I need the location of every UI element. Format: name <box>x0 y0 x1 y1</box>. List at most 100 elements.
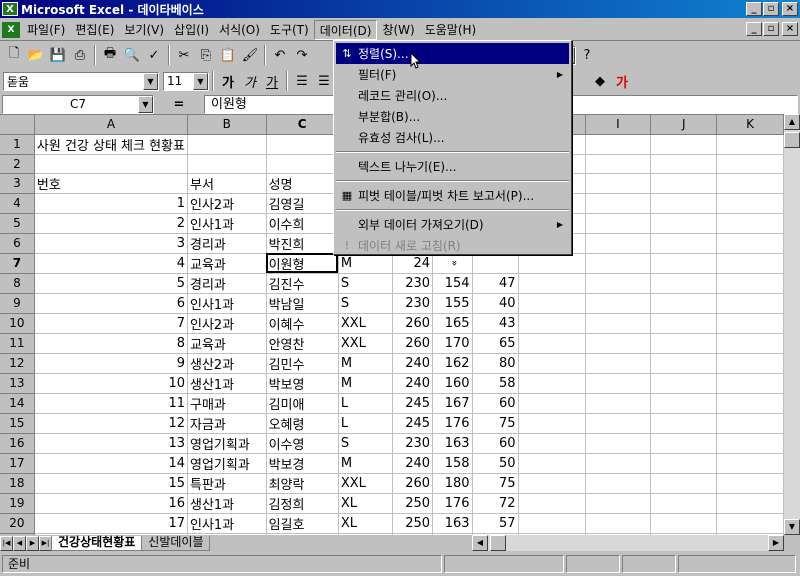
doc-restore-button[interactable]: ▫ <box>763 22 779 36</box>
cell[interactable] <box>585 273 652 294</box>
row-header[interactable]: 17 <box>0 453 35 474</box>
cell[interactable]: 사원 건강 상태 체크 현황표 <box>34 134 188 155</box>
cell[interactable]: 16 <box>34 493 188 514</box>
undo-icon[interactable]: ↶ <box>269 44 291 66</box>
cell[interactable] <box>650 473 718 494</box>
cell[interactable] <box>266 134 339 155</box>
paste-icon[interactable]: 📋 <box>217 44 239 66</box>
cell[interactable] <box>650 493 718 514</box>
cell[interactable]: L <box>338 393 394 414</box>
cell[interactable] <box>585 493 652 514</box>
cell[interactable] <box>650 413 718 434</box>
cell[interactable] <box>585 353 652 374</box>
cell[interactable]: 230 <box>392 293 434 314</box>
close-button[interactable]: × <box>782 2 798 16</box>
cell[interactable] <box>650 253 718 274</box>
cell[interactable]: 2 <box>34 213 188 234</box>
cell[interactable]: 60 <box>472 433 519 454</box>
cell[interactable]: 17 <box>34 513 188 534</box>
horizontal-scrollbar[interactable]: ◀ ▶ <box>472 535 784 551</box>
cell[interactable]: 72 <box>472 493 519 514</box>
cell[interactable] <box>650 154 718 174</box>
cell[interactable] <box>716 473 784 494</box>
cell[interactable]: 4 <box>34 253 188 274</box>
cell[interactable]: 1 <box>34 193 188 214</box>
column-header-c[interactable]: C <box>266 115 339 135</box>
cell[interactable]: 영업기획과 <box>187 453 267 474</box>
row-header[interactable]: 7 <box>0 253 35 274</box>
cell[interactable] <box>585 233 652 254</box>
cell[interactable]: 김영길 <box>266 193 339 214</box>
cell[interactable] <box>585 333 652 354</box>
cell[interactable]: 3 <box>34 233 188 254</box>
cell[interactable] <box>518 293 586 314</box>
cell[interactable]: 안영찬 <box>266 333 339 354</box>
redo-icon[interactable]: ↷ <box>291 44 313 66</box>
cell[interactable]: 6 <box>34 293 188 314</box>
column-header-k[interactable]: K <box>716 115 784 135</box>
cell[interactable] <box>716 154 784 174</box>
cell[interactable]: 80 <box>472 353 519 374</box>
cell[interactable]: 구매과 <box>187 393 267 414</box>
cell[interactable]: 경리과 <box>187 273 267 294</box>
cell[interactable]: 10 <box>34 373 188 394</box>
cell[interactable]: 인사1과 <box>187 213 267 234</box>
cell[interactable]: 163 <box>432 433 473 454</box>
cell[interactable]: 158 <box>432 453 473 474</box>
cell[interactable]: M <box>338 253 394 274</box>
cell[interactable] <box>650 273 718 294</box>
name-box[interactable]: C7 ▼ <box>2 94 154 114</box>
row-header[interactable]: 8 <box>0 273 35 294</box>
cell[interactable]: 245 <box>392 413 434 434</box>
cell[interactable]: 250 <box>392 493 434 514</box>
cell[interactable]: 오혜령 <box>266 413 339 434</box>
permission-icon[interactable]: ⎙ <box>69 44 91 66</box>
help-icon[interactable]: ? <box>576 44 598 66</box>
cell[interactable]: 9 <box>34 353 188 374</box>
cell[interactable]: M <box>338 353 394 374</box>
cell[interactable]: M <box>338 373 394 394</box>
cell[interactable]: 167 <box>432 393 473 414</box>
cell[interactable]: 교육과 <box>187 253 267 274</box>
save-icon[interactable]: 💾 <box>47 44 69 66</box>
row-header[interactable]: 2 <box>0 154 35 174</box>
cell[interactable]: 임길호 <box>266 513 339 534</box>
menu-data[interactable]: 데이터(D) <box>313 19 378 40</box>
menu-tools[interactable]: 도구(T) <box>265 20 314 40</box>
cell[interactable] <box>585 313 652 334</box>
cell[interactable]: 47 <box>472 273 519 294</box>
cell[interactable] <box>585 173 652 194</box>
cell[interactable]: 최양락 <box>266 473 339 494</box>
cell[interactable]: 230 <box>392 433 434 454</box>
expand-menu-chevron-icon[interactable]: » <box>446 147 460 380</box>
cell[interactable] <box>716 373 784 394</box>
row-header[interactable]: 20 <box>0 513 35 534</box>
cell[interactable]: L <box>338 413 394 434</box>
cell[interactable]: S <box>338 433 394 454</box>
data-menu-item[interactable]: ⇅ 정렬(S)... <box>336 43 569 64</box>
row-header[interactable]: 14 <box>0 393 35 414</box>
column-header-j[interactable]: J <box>650 115 718 135</box>
menu-insert[interactable]: 삽입(I) <box>169 20 214 40</box>
doc-minimize-button[interactable]: _ <box>746 22 762 36</box>
cell[interactable] <box>585 453 652 474</box>
cell[interactable] <box>650 193 718 214</box>
format-painter-icon[interactable]: 🖌 <box>239 44 261 66</box>
cell[interactable] <box>585 513 652 534</box>
cell[interactable] <box>650 373 718 394</box>
row-header[interactable]: 6 <box>0 233 35 254</box>
cut-icon[interactable]: ✂ <box>173 44 195 66</box>
cell[interactable] <box>650 134 718 155</box>
cell[interactable]: 260 <box>392 333 434 354</box>
cell[interactable]: XXL <box>338 333 394 354</box>
cell[interactable] <box>650 213 718 234</box>
cell[interactable] <box>585 154 652 174</box>
cell[interactable]: 이수영 <box>266 433 339 454</box>
cell[interactable]: 인사1과 <box>187 293 267 314</box>
cell[interactable] <box>716 453 784 474</box>
row-header[interactable]: 9 <box>0 293 35 314</box>
cell[interactable] <box>518 373 586 394</box>
cell[interactable] <box>518 473 586 494</box>
cell[interactable]: 40 <box>472 293 519 314</box>
cell[interactable]: 245 <box>392 393 434 414</box>
